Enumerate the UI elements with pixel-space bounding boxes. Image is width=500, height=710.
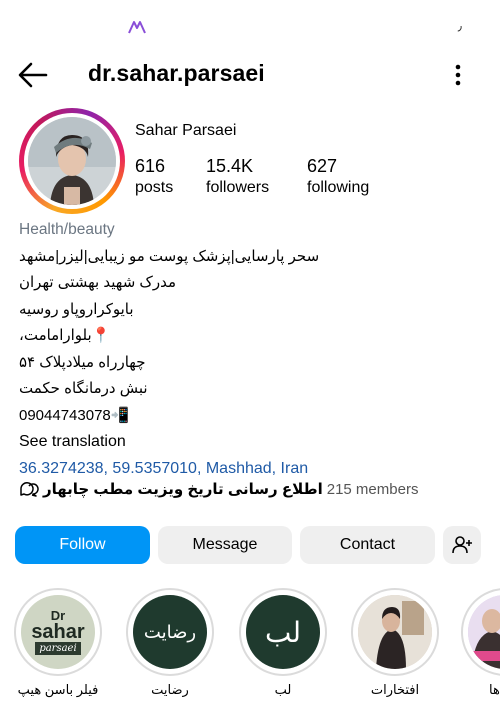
- profile-header: dr.sahar.parsaei: [0, 52, 500, 98]
- highlight-cover-text: رضایت: [143, 621, 197, 642]
- stat-followers-value: 15.4K: [206, 156, 254, 176]
- highlight-label: ها: [489, 682, 500, 697]
- stat-posts[interactable]: 616 posts: [135, 155, 173, 199]
- bio-phone[interactable]: 09044743078📲: [19, 403, 489, 430]
- channel-title: اطلاع رسانی تاریخ ویزیت مطب چابهار: [43, 481, 323, 498]
- person-add-icon: [452, 536, 472, 554]
- stat-followers-label: followers: [206, 179, 270, 196]
- bio-line: 📍بلوارامامت،: [19, 327, 111, 344]
- avatar[interactable]: [19, 108, 125, 214]
- stat-followers[interactable]: 15.4K followers: [206, 155, 269, 199]
- contact-button[interactable]: Contact: [300, 526, 435, 564]
- bio: Health/beauty سحر پارسایی|پزشک پوست مو ز…: [19, 217, 489, 482]
- chat-bubbles-icon: [20, 482, 39, 497]
- bio-line: بایوکراروپاو روسیه: [19, 300, 134, 318]
- highlight-item[interactable]: لب لب: [237, 588, 329, 698]
- channel-members: 215 members: [326, 480, 419, 498]
- suggested-accounts-button[interactable]: [443, 526, 481, 564]
- see-translation-link[interactable]: See translation: [19, 429, 489, 456]
- highlight-label: رضایت: [151, 682, 189, 697]
- bio-line: نبش درمانگاه حکمت: [19, 380, 148, 397]
- highlight-cover-logo: Dr sahar parsaei: [21, 595, 95, 669]
- more-vertical-icon[interactable]: [452, 62, 464, 88]
- stat-posts-value: 616: [135, 156, 166, 176]
- stat-following[interactable]: 627 following: [307, 155, 369, 199]
- highlight-label: افتخارات: [370, 682, 420, 697]
- highlight-label: فیلر باسن هیپ: [17, 682, 99, 697]
- status-bar: ٫: [0, 0, 500, 50]
- username: dr.sahar.parsaei: [88, 60, 265, 86]
- arrow-left-icon[interactable]: [16, 60, 50, 90]
- bio-line: چهارراه میلادپلاک ۵۴: [19, 353, 146, 371]
- bio-category: Health/beauty: [19, 221, 115, 238]
- highlight-item[interactable]: رضایت رضایت: [124, 588, 216, 698]
- highlight-item[interactable]: Dr sahar parsaei فیلر باسن هیپ: [12, 588, 104, 698]
- message-button[interactable]: Message: [158, 526, 292, 564]
- display-name: Sahar Parsaei: [135, 122, 237, 139]
- bio-line: مدرک شهید بهشتی تهران: [19, 274, 177, 291]
- logo-text: sahar: [31, 621, 85, 643]
- highlight-item[interactable]: ها: [461, 588, 500, 698]
- bio-line: سحر پارسایی|پزشک پوست مو زیبایی|لیزر|مشه…: [19, 247, 320, 265]
- stat-posts-label: posts: [135, 179, 174, 196]
- location-link[interactable]: 36.3274238, 59.5357010, Mashhad, Iran: [19, 456, 489, 483]
- highlight-label: لب: [274, 682, 292, 697]
- stat-following-label: following: [307, 179, 370, 196]
- status-indicator: ٫: [457, 18, 462, 33]
- highlight-cover: لب: [246, 595, 320, 669]
- stat-following-value: 627: [307, 156, 338, 176]
- follow-button[interactable]: Follow: [15, 526, 150, 564]
- logo-text: parsaei: [35, 642, 81, 655]
- highlight-cover-text: لب: [264, 616, 302, 648]
- broadcast-channel[interactable]: اطلاع رسانی تاریخ ویزیت مطب چابهار 215 m…: [19, 480, 418, 498]
- highlight-item[interactable]: افتخارات: [349, 588, 441, 698]
- avatar-photo: [28, 117, 116, 205]
- highlight-cover-photo: [358, 595, 432, 669]
- app-logo-icon: [128, 21, 146, 34]
- highlight-cover: رضایت: [133, 595, 207, 669]
- highlight-cover-photo: [468, 595, 500, 669]
